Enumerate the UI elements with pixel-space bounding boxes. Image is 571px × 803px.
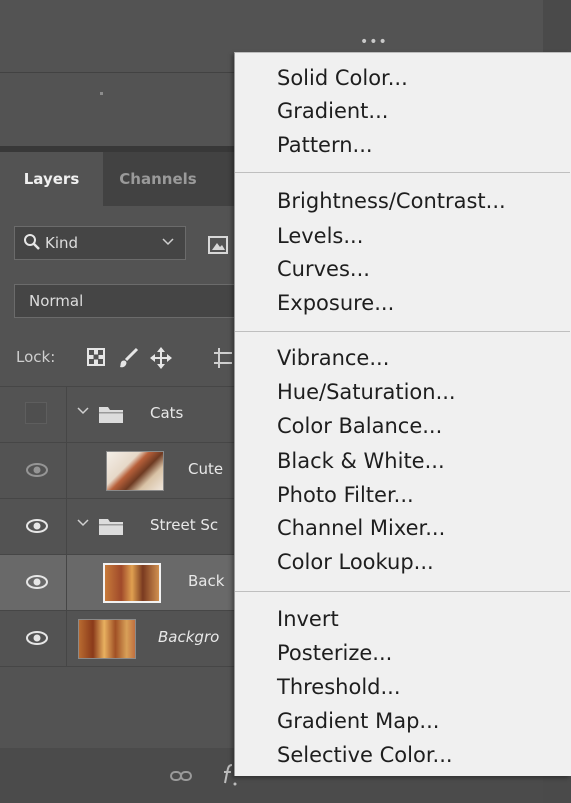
menu-item-vibrance[interactable]: Vibrance... (277, 343, 389, 373)
menu-item-posterize[interactable]: Posterize... (277, 638, 392, 668)
chevron-down-icon[interactable] (76, 405, 90, 417)
menu-item-curves[interactable]: Curves... (277, 254, 370, 284)
tab-channels[interactable]: Channels (103, 152, 213, 206)
menu-item-channel-mixer[interactable]: Channel Mixer... (277, 513, 445, 543)
layer-thumbnail (106, 451, 164, 491)
layer-thumbnail (103, 563, 161, 603)
menu-item-levels[interactable]: Levels... (277, 221, 363, 251)
folder-icon (99, 519, 123, 535)
blend-mode-dropdown[interactable]: Normal (14, 284, 244, 318)
menu-item-threshold[interactable]: Threshold... (277, 672, 401, 702)
eye-icon[interactable] (26, 574, 48, 590)
eye-icon[interactable] (26, 630, 48, 646)
layer-thumbnail (78, 619, 136, 659)
lock-position-icon[interactable] (150, 347, 172, 369)
menu-item-solid-color[interactable]: Solid Color... (277, 63, 408, 93)
menu-item-gradient[interactable]: Gradient... (277, 96, 388, 126)
artboard-icon[interactable] (214, 347, 232, 369)
menu-item-hue-saturation[interactable]: Hue/Saturation... (277, 377, 456, 407)
lock-brush-icon[interactable] (118, 347, 140, 369)
blend-mode-value: Normal (29, 292, 84, 310)
layer-name[interactable]: Street Sc (150, 516, 218, 534)
photoshop-window: ••• Layers Channels Kind Normal Lock: Ca… (0, 0, 571, 803)
menu-item-color-balance[interactable]: Color Balance... (277, 411, 442, 441)
menu-item-color-lookup[interactable]: Color Lookup... (277, 547, 434, 577)
layer-name[interactable]: Cute (188, 460, 223, 478)
divider (66, 499, 67, 554)
adjustment-layer-menu: Solid Color... Gradient... Pattern... Br… (234, 52, 571, 776)
menu-separator (235, 331, 570, 332)
menu-item-black-white[interactable]: Black & White... (277, 446, 445, 476)
more-dots-icon[interactable]: ••• (360, 34, 388, 50)
lock-transparent-pixels-icon[interactable] (86, 347, 106, 367)
filter-kind-dropdown[interactable]: Kind (14, 226, 186, 260)
menu-item-exposure[interactable]: Exposure... (277, 288, 394, 318)
chevron-down-icon (162, 238, 174, 246)
divider (66, 611, 67, 666)
menu-item-pattern[interactable]: Pattern... (277, 130, 373, 160)
menu-item-gradient-map[interactable]: Gradient Map... (277, 706, 439, 736)
layer-name[interactable]: Backgro (158, 628, 219, 646)
layer-name[interactable]: Cats (150, 404, 183, 422)
divider (66, 443, 67, 498)
menu-item-invert[interactable]: Invert (277, 604, 339, 634)
image-filter-icon[interactable] (208, 236, 228, 254)
menu-item-selective-color[interactable]: Selective Color... (277, 740, 453, 770)
link-icon[interactable] (170, 770, 192, 782)
menu-separator (235, 591, 570, 592)
menu-separator (235, 172, 570, 173)
tab-layers[interactable]: Layers (0, 152, 103, 206)
search-icon (24, 234, 40, 250)
lock-label: Lock: (16, 348, 56, 366)
menu-item-brightness-contrast[interactable]: Brightness/Contrast... (277, 186, 506, 216)
visibility-toggle-empty[interactable] (25, 402, 47, 424)
eye-icon[interactable] (26, 518, 48, 534)
folder-icon (99, 407, 123, 423)
eye-icon[interactable] (26, 462, 48, 478)
menu-item-photo-filter[interactable]: Photo Filter... (277, 480, 414, 510)
divider (66, 387, 67, 442)
divider (66, 555, 67, 610)
layer-name[interactable]: Back (188, 572, 224, 590)
grip-dot (100, 92, 103, 95)
filter-kind-label: Kind (45, 234, 79, 252)
chevron-down-icon[interactable] (76, 517, 90, 529)
